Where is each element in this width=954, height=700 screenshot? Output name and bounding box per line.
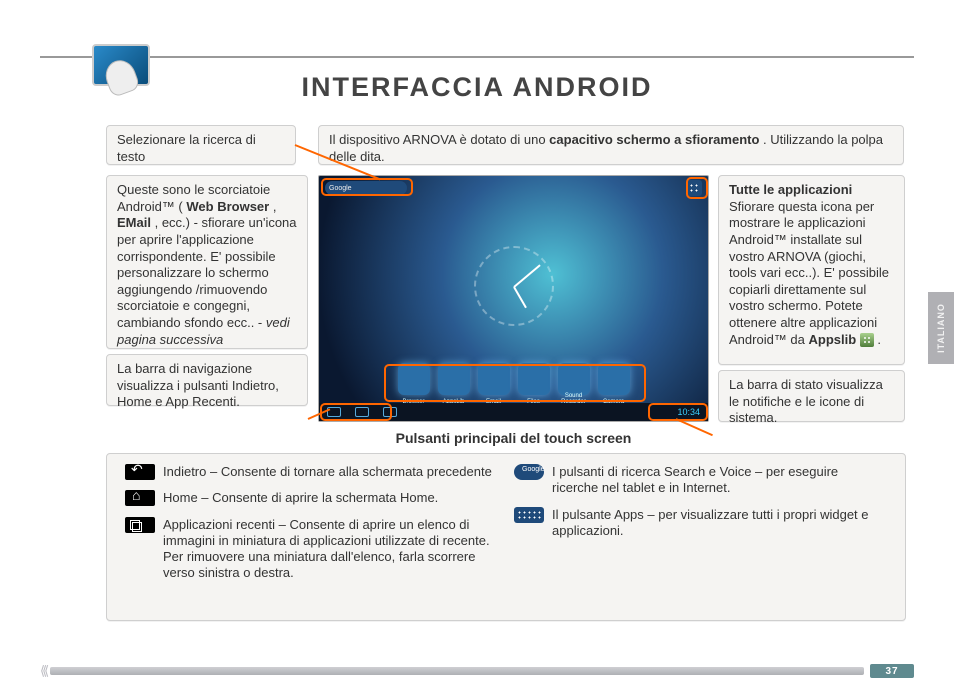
appslib-icon: [860, 333, 874, 347]
language-tab: ITALIANO: [928, 292, 954, 364]
back-button-icon: [125, 464, 155, 480]
text: ,: [273, 199, 277, 214]
row-recent: Applicazioni recenti – Consente di aprir…: [125, 517, 498, 582]
text-bold: Appslib: [809, 332, 857, 347]
col-right: I pulsanti di ricerca Search e Voice – p…: [506, 460, 895, 614]
chevron-icon: ⟨⟨⟨: [40, 663, 46, 679]
text: Sfiorare questa icona per mostrare le ap…: [729, 199, 889, 347]
highlight-nav: [320, 403, 392, 421]
page-title: INTERFACCIA ANDROID: [0, 72, 954, 103]
text: Il dispositivo ARNOVA è dotato di uno: [329, 132, 549, 147]
row-apps: Il pulsante Apps – per visualizzare tutt…: [514, 507, 887, 540]
title: Tutte le applicazioni: [729, 182, 852, 197]
footer-bar: [50, 667, 864, 675]
section-subhead: Pulsanti principali del touch screen: [318, 430, 709, 446]
text: Applicazioni recenti – Consente di aprir…: [163, 517, 498, 582]
callout-navbar: La barra di navigazione visualizza i pul…: [106, 354, 308, 406]
callout-shortcuts: Queste sono le scorciatoie Android™ ( We…: [106, 175, 308, 349]
row-search: I pulsanti di ricerca Search e Voice – p…: [514, 464, 887, 497]
text: Indietro – Consente di tornare alla sche…: [163, 464, 498, 480]
text: La barra di navigazione visualizza i pul…: [117, 361, 279, 409]
text: .: [877, 332, 881, 347]
text-bold: EMail: [117, 215, 151, 230]
col-left: Indietro – Consente di tornare alla sche…: [117, 460, 506, 614]
google-search-icon: [514, 464, 544, 480]
callout-text: Selezionare la ricerca di testo: [117, 132, 256, 164]
text: La barra di stato visualizza le notifich…: [729, 377, 883, 425]
text: Il pulsante Apps – per visualizzare tutt…: [552, 507, 887, 540]
text: Home – Consente di aprire la schermata H…: [163, 490, 498, 506]
home-button-icon: [125, 490, 155, 506]
text-bold: Web Browser: [186, 199, 269, 214]
callout-search-text: Selezionare la ricerca di testo: [106, 125, 296, 165]
clock-widget: [474, 246, 554, 326]
text: I pulsanti di ricerca Search e Voice – p…: [552, 464, 887, 497]
highlight-all-apps: [686, 177, 708, 199]
language-tab-label: ITALIANO: [936, 303, 946, 353]
top-divider: [40, 56, 914, 58]
callout-capacitive: Il dispositivo ARNOVA è dotato di uno ca…: [318, 125, 904, 165]
callout-main-buttons: Indietro – Consente di tornare alla sche…: [106, 453, 906, 621]
callout-statusbar: La barra di stato visualizza le notifich…: [718, 370, 905, 422]
text-bold: capacitivo schermo a sfioramento: [549, 132, 759, 147]
recent-apps-button-icon: [125, 517, 155, 533]
callout-all-apps: Tutte le applicazioni Sfiorare questa ic…: [718, 175, 905, 365]
highlight-google: [321, 178, 413, 196]
page-number: 37: [870, 664, 914, 678]
row-home: Home – Consente di aprire la schermata H…: [125, 490, 498, 506]
highlight-dock: [384, 364, 646, 402]
apps-button-icon: [514, 507, 544, 523]
row-back: Indietro – Consente di tornare alla sche…: [125, 464, 498, 480]
text: , ecc.) - sfiorare un'icona per aprire l…: [117, 215, 297, 330]
page-footer: ⟨⟨⟨ 37: [40, 664, 914, 678]
